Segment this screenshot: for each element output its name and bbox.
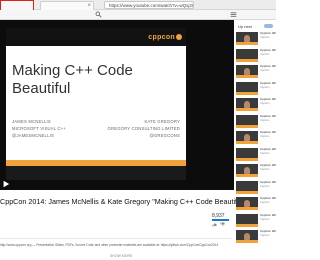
video-thumbnail[interactable] (236, 147, 258, 161)
video-thumbnail[interactable] (236, 164, 258, 177)
video-thumbnail[interactable] (236, 131, 258, 144)
video-thumbnail[interactable] (236, 32, 258, 45)
recommended-video[interactable]: CppCon 2014:CppCon (236, 180, 276, 195)
recommended-video-channel: CppCon (260, 217, 270, 221)
cppcon-logo: cppcon (148, 34, 182, 41)
recommended-video[interactable]: CppCon 2014:CppCon (236, 114, 276, 129)
address-bar[interactable]: https://www.youtube.com/watch?v=wQxj20X-… (104, 1, 194, 9)
recommended-video[interactable]: CppCon 2014:CppCon (236, 48, 276, 63)
recommended-video[interactable]: CppCon 2014:CppCon (236, 131, 276, 145)
recommended-video-channel: CppCon (260, 234, 270, 237)
video-frame-slide: cppcon Making C++ Code Beautiful JAMES M… (6, 28, 186, 180)
recommended-video-channel: CppCon (260, 52, 270, 56)
recommended-video-channel: CppCon (260, 85, 270, 89)
video-thumbnail[interactable] (236, 230, 258, 243)
recommended-video[interactable]: CppCon 2014:CppCon (236, 147, 276, 162)
video-title: CppCon 2014: James McNellis & Kate Grego… (0, 197, 246, 206)
recommended-video-channel: CppCon (260, 184, 270, 188)
video-thumbnail[interactable] (236, 98, 258, 111)
menu-icon[interactable] (230, 11, 237, 18)
thumbs-up-icon[interactable] (212, 222, 217, 227)
recommended-video[interactable]: CppCon 2014:CppCon (236, 32, 276, 46)
search-icon[interactable] (95, 11, 102, 18)
recommended-video-channel: CppCon (260, 151, 270, 155)
recommended-video[interactable]: CppCon 2014:CppCon (236, 197, 276, 211)
recommended-video[interactable]: CppCon 2014:CppCon (236, 65, 276, 79)
browser-tab[interactable]: × (40, 1, 94, 10)
show-more-button[interactable]: SHOW MORE (110, 254, 132, 258)
video-thumbnail[interactable] (236, 65, 258, 78)
video-thumbnail[interactable] (236, 114, 258, 128)
related-videos-sidebar: Up next CppCon 2014:CppCon CppCon 2014:Cp… (236, 20, 276, 260)
recommended-video-channel: CppCon (260, 201, 270, 204)
slide-title: Making C++ Code Beautiful (12, 62, 133, 97)
recommended-video[interactable]: CppCon 2014:CppCon (236, 213, 276, 228)
recommended-video[interactable]: CppCon 2014:CppCon (236, 81, 276, 96)
video-thumbnail[interactable] (236, 180, 258, 194)
video-player[interactable]: cppcon Making C++ Code Beautiful JAMES M… (0, 20, 234, 190)
like-ratio-bar (212, 219, 229, 221)
slide-speaker-right: KATE GREGORY GREGORY CONSULTING LIMITED … (107, 119, 180, 138)
recommended-video-channel: CppCon (260, 69, 270, 72)
video-thumbnail[interactable] (236, 197, 258, 210)
recommended-video-channel: CppCon (260, 118, 270, 122)
section-divider (0, 238, 232, 239)
thumbs-down-icon[interactable] (220, 222, 225, 227)
video-description: http://www.cppcon.org — Presentation Sli… (0, 243, 219, 247)
recommended-video-channel: CppCon (260, 168, 270, 171)
video-thumbnail[interactable] (236, 48, 258, 62)
recommended-video-channel: CppCon (260, 102, 270, 105)
slide-speaker-left: JAMES MCNELLIS MICROSOFT VISUAL C++ @JAM… (12, 119, 67, 138)
address-bar-text: https://www.youtube.com/watch?v=wQxj20X-… (109, 3, 193, 8)
recommended-video[interactable]: CppCon 2014:CppCon (236, 164, 276, 178)
recommended-video[interactable]: CppCon 2014:CppCon (236, 230, 276, 244)
up-next-label: Up next (238, 24, 252, 29)
recommended-video[interactable]: CppCon 2014:CppCon (236, 98, 276, 112)
video-thumbnail[interactable] (236, 81, 258, 95)
slide-header-band: cppcon (6, 28, 186, 46)
slide-footer (6, 166, 186, 180)
autoplay-toggle[interactable] (264, 24, 273, 28)
video-thumbnail[interactable] (236, 213, 258, 227)
play-icon[interactable] (2, 180, 10, 188)
close-tab-icon[interactable]: × (87, 2, 91, 10)
recommended-video-channel: CppCon (260, 36, 270, 39)
recommended-video-channel: CppCon (260, 135, 270, 138)
